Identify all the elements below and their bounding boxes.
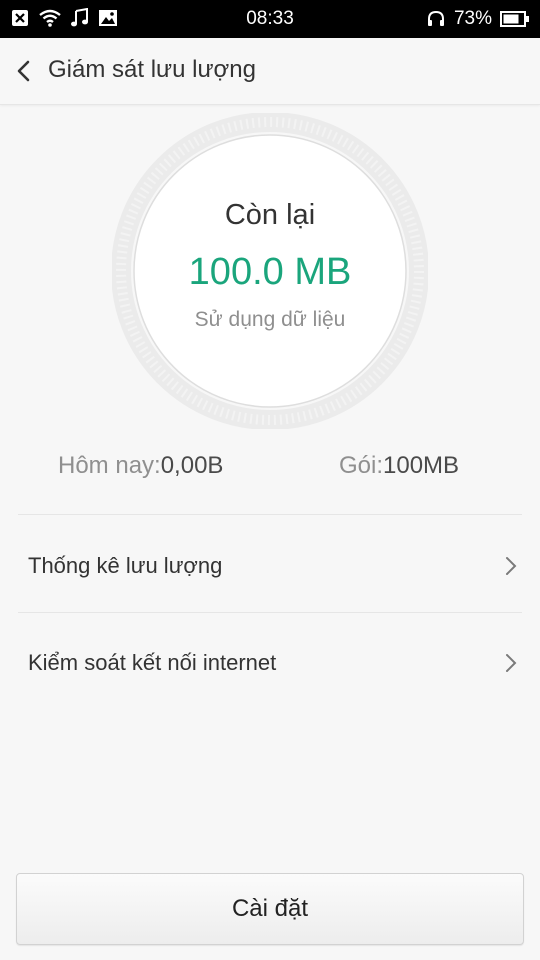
divider	[18, 514, 522, 515]
battery-icon	[500, 9, 530, 29]
remaining-label: Còn lại	[224, 199, 316, 231]
status-icons-right: 73%	[426, 8, 530, 30]
menu-item-traffic-statistics[interactable]: Thống kê lưu lượng	[0, 517, 540, 613]
menu-item-label: Thống kê lưu lượng	[28, 553, 223, 578]
chevron-right-icon	[506, 654, 517, 672]
headphones-icon	[426, 9, 446, 29]
settings-button[interactable]: Cài đặt	[16, 873, 524, 945]
app-bar: Giám sát lưu lượng	[0, 38, 540, 105]
status-bar: 08:33 73%	[0, 0, 540, 38]
plan-size: Gói:100MB	[339, 452, 459, 480]
remaining-value: 100.0 MB	[188, 251, 352, 293]
today-usage: Hôm nay:0,00B	[58, 452, 223, 480]
battery-percent: 73%	[453, 8, 492, 29]
menu-item-internet-control[interactable]: Kiểm soát kết nối internet	[0, 614, 540, 710]
menu-item-label: Kiểm soát kết nối internet	[28, 650, 277, 675]
divider	[18, 612, 522, 613]
chevron-right-icon	[506, 557, 517, 575]
today-label: Hôm nay:	[58, 452, 161, 479]
page-title: Giám sát lưu lượng	[48, 56, 256, 83]
today-value: 0,00B	[160, 452, 224, 479]
plan-label: Gói:	[339, 452, 384, 479]
chevron-left-icon	[17, 60, 30, 82]
usage-label: Sử dụng dữ liệu	[194, 308, 346, 331]
plan-value: 100MB	[383, 452, 460, 479]
back-button[interactable]	[10, 56, 38, 86]
